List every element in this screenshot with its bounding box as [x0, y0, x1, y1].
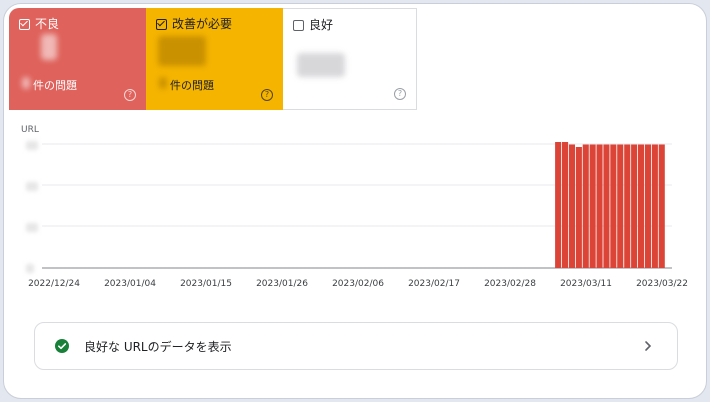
x-tick-label: 2023/02/06 — [332, 279, 384, 289]
chart-bar[interactable] — [610, 144, 617, 269]
x-tick-label: 2023/01/15 — [180, 279, 232, 289]
chart-bar[interactable] — [555, 142, 562, 268]
chart-bar[interactable] — [596, 144, 603, 269]
chart-bar[interactable] — [603, 144, 610, 269]
chart-bar[interactable] — [575, 147, 582, 268]
x-tick-label: 2023/01/04 — [104, 279, 156, 289]
x-tick-label: 2023/02/17 — [408, 279, 460, 289]
view-good-urls-label: 良好な URLのデータを表示 — [84, 339, 232, 354]
x-tick-label: 2023/03/11 — [560, 279, 612, 289]
x-tick-label: 2023/02/28 — [484, 279, 536, 289]
x-tick-label: 2023/01/26 — [256, 279, 308, 289]
x-tick-label: 2023/03/22 — [636, 279, 688, 289]
check-circle-icon — [55, 339, 69, 353]
chart-bar[interactable] — [631, 144, 638, 269]
chart-bar[interactable] — [651, 144, 658, 269]
core-web-vitals-card: 不良 件の問題 ? 改善が必要 件の問題 ? 良好 ? URL 2022/12/… — [3, 3, 707, 399]
chart-bar[interactable] — [644, 144, 651, 269]
chart-bar[interactable] — [624, 144, 631, 269]
chart-bars — [555, 142, 665, 268]
view-good-urls-button[interactable]: 良好な URLのデータを表示 — [34, 322, 678, 370]
chart-bar[interactable] — [582, 144, 589, 269]
chart-bar[interactable] — [568, 144, 575, 269]
chart-bar[interactable] — [562, 142, 569, 268]
chart-bar[interactable] — [658, 144, 665, 269]
chart-bar[interactable] — [589, 144, 596, 269]
chevron-right-icon — [645, 341, 652, 351]
chart-bar[interactable] — [638, 144, 645, 269]
x-tick-label: 2022/12/24 — [28, 279, 80, 289]
issues-bar-chart — [42, 142, 672, 269]
chart-bar[interactable] — [617, 144, 624, 269]
